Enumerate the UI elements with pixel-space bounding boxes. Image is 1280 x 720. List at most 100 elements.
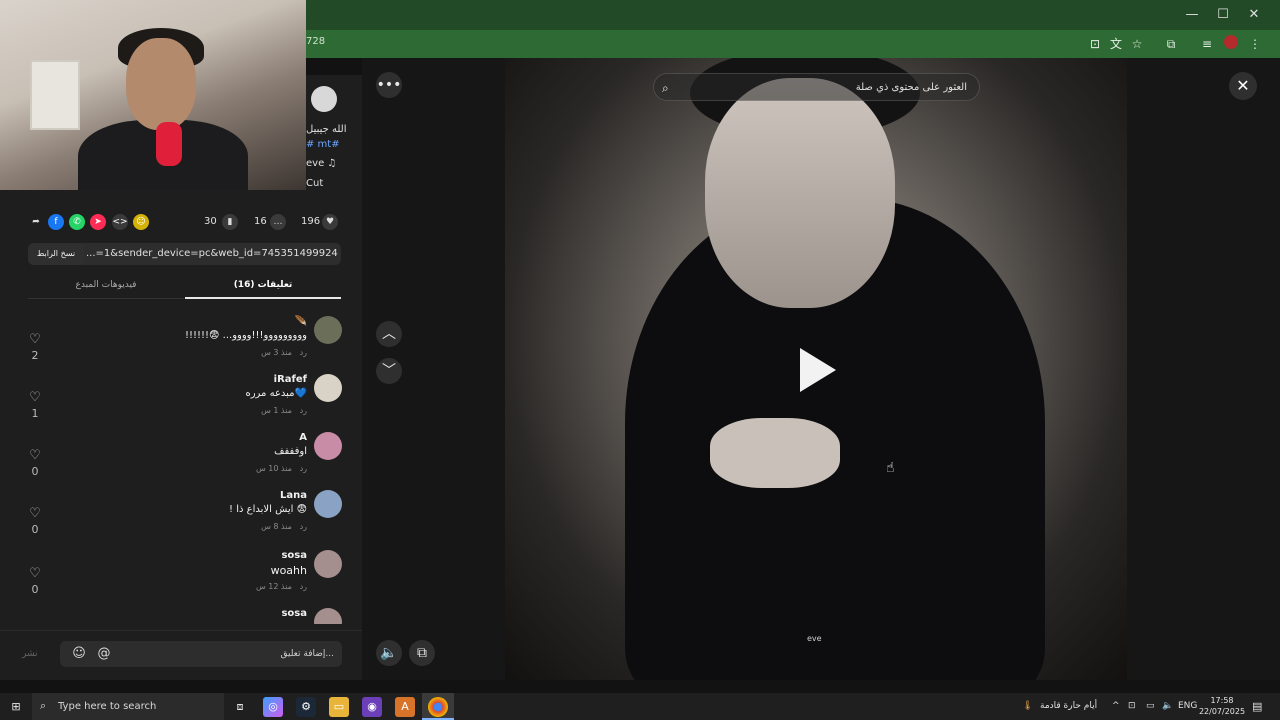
- copy-link-button[interactable]: نسخ الرابط: [28, 243, 84, 265]
- comment-text: !!!!!!😨 ...ووووووووو!!!وووو: [184, 330, 307, 341]
- comments-tabs: فيديوهات المبدع (16) تعليقات: [28, 275, 341, 299]
- copilot-icon[interactable]: ◎: [263, 697, 283, 717]
- heart-outline-icon[interactable]: ♡: [27, 390, 43, 405]
- avatar[interactable]: [314, 608, 342, 624]
- maximize-button[interactable]: ☐: [1208, 5, 1238, 25]
- comment-likes: 2: [31, 349, 39, 362]
- search-icon[interactable]: ⌕: [662, 79, 680, 97]
- comment-author[interactable]: Lana: [280, 490, 307, 501]
- app-a-icon[interactable]: A: [395, 697, 415, 717]
- embed-code-icon[interactable]: <>: [112, 214, 128, 230]
- play-icon[interactable]: [800, 348, 836, 392]
- comment-likes: 0: [31, 465, 39, 478]
- translate-icon[interactable]: 文: [1107, 35, 1125, 53]
- extensions-icon[interactable]: ⧉: [1162, 35, 1180, 53]
- comment-reply[interactable]: رد: [300, 582, 307, 591]
- close-player-button[interactable]: ✕: [1229, 72, 1257, 100]
- list-item: sosa: [0, 608, 362, 624]
- comment-reply[interactable]: رد: [300, 464, 307, 473]
- avatar[interactable]: [314, 490, 342, 518]
- emoji-icon[interactable]: ☺: [70, 645, 88, 663]
- avatar[interactable]: [314, 374, 342, 402]
- comment-text: اوفففف: [274, 446, 307, 457]
- browser-menu-icon[interactable]: ⋮: [1246, 35, 1264, 53]
- heart-outline-icon[interactable]: ♡: [27, 448, 43, 463]
- comment-author[interactable]: A: [299, 432, 307, 443]
- avatar[interactable]: [314, 550, 342, 578]
- language-indicator[interactable]: ENG: [1178, 693, 1197, 720]
- bookmark-star-icon[interactable]: ☆: [1128, 35, 1146, 53]
- mention-icon[interactable]: @: [95, 645, 113, 663]
- comment-reply[interactable]: رد: [300, 522, 307, 531]
- comment-time: منذ 8 س: [261, 522, 292, 531]
- next-video-button[interactable]: ﹀: [376, 358, 402, 384]
- comment-text: woahh: [270, 564, 307, 577]
- steam-icon[interactable]: ⚙: [296, 697, 316, 717]
- tray-volume-icon[interactable]: 🔈: [1162, 693, 1173, 720]
- volume-icon[interactable]: 🔈: [376, 640, 402, 666]
- weather-text[interactable]: أيام حارة قادمة: [1040, 693, 1097, 720]
- comment-author[interactable]: sosa: [281, 550, 307, 561]
- picture-in-picture-icon[interactable]: ⧉: [409, 640, 435, 666]
- comment-meta: رد منذ 1 س: [261, 406, 307, 415]
- related-search-bar[interactable]: ⌕ العثور على محتوى ذي صلة: [653, 73, 980, 101]
- bookmark-icon[interactable]: ▮: [222, 214, 238, 230]
- tab-comments[interactable]: (16) تعليقات: [185, 275, 341, 299]
- heart-outline-icon[interactable]: ♡: [27, 506, 43, 521]
- facebook-icon[interactable]: f: [48, 214, 64, 230]
- comment-bubble-icon[interactable]: …: [270, 214, 286, 230]
- comment-text: ! ايش الابداع ذا 😨: [229, 504, 307, 515]
- windows-start-icon[interactable]: ⊞: [6, 697, 26, 717]
- comment-author[interactable]: 🪶: [295, 316, 307, 327]
- address-url[interactable]: 728: [306, 36, 325, 47]
- comment-likes: 0: [31, 523, 39, 536]
- avatar[interactable]: [314, 432, 342, 460]
- telegram-icon[interactable]: ➤: [90, 214, 106, 230]
- post-caption: والله جيبيل: [306, 124, 346, 135]
- heart-outline-icon[interactable]: ♡: [27, 332, 43, 347]
- minimize-button[interactable]: —: [1177, 5, 1207, 25]
- discord-icon[interactable]: ◉: [362, 697, 382, 717]
- tray-network-icon[interactable]: ⊡: [1128, 693, 1136, 720]
- comment-time: منذ 10 س: [255, 464, 292, 473]
- share-arrow-icon[interactable]: ➦: [28, 214, 44, 230]
- file-explorer-icon[interactable]: ▭: [329, 697, 349, 717]
- list-item: 🪶 !!!!!!😨 ...ووووووووو!!!وووو رد منذ 3 س…: [0, 316, 362, 372]
- close-window-button[interactable]: ✕: [1239, 5, 1269, 25]
- avatar[interactable]: [314, 316, 342, 344]
- whatsapp-icon[interactable]: ✆: [69, 214, 85, 230]
- notifications-icon[interactable]: ▤: [1252, 693, 1262, 720]
- share-link-url[interactable]: ...=1&sender_device=pc&web_id=7453514999…: [86, 243, 338, 265]
- post-capcut[interactable]: Cut: [306, 178, 346, 189]
- comment-time: منذ 3 س: [261, 348, 292, 357]
- tray-display-icon[interactable]: ▭: [1146, 693, 1155, 720]
- taskbar-search[interactable]: ⌕ Type here to search: [32, 693, 224, 720]
- share-link-box: نسخ الرابط ...=1&sender_device=pc&web_id…: [28, 243, 341, 265]
- heart-icon[interactable]: ♥: [322, 214, 338, 230]
- tray-chevron-icon[interactable]: ^: [1112, 693, 1120, 720]
- comment-meta: رد منذ 12 س: [256, 582, 307, 591]
- task-view-icon[interactable]: ⧈: [230, 697, 250, 717]
- post-comment-button[interactable]: نشر: [22, 649, 38, 659]
- taskbar-clock[interactable]: 17:58 22/07/2025: [1198, 695, 1246, 717]
- profile-avatar[interactable]: [1224, 35, 1238, 49]
- heart-outline-icon[interactable]: ♡: [27, 566, 43, 581]
- comment-author[interactable]: iRafef: [274, 374, 307, 385]
- comment-reply[interactable]: رد: [300, 406, 307, 415]
- tab-creator-videos[interactable]: فيديوهات المبدع: [28, 275, 184, 299]
- chrome-icon[interactable]: [428, 697, 448, 717]
- friends-share-icon[interactable]: ☺: [133, 214, 149, 230]
- weather-icon[interactable]: 🌡: [1022, 693, 1033, 720]
- comment-author[interactable]: sosa: [281, 608, 307, 619]
- more-options-button[interactable]: •••: [376, 72, 402, 98]
- post-sound[interactable]: eve ♫: [306, 158, 346, 169]
- comments-list: 🪶 !!!!!!😨 ...ووووووووو!!!وووو رد منذ 3 س…: [0, 310, 362, 624]
- creator-avatar[interactable]: [311, 86, 337, 112]
- post-hashtag[interactable]: # mt#: [306, 139, 346, 150]
- comment-reply[interactable]: رد: [300, 348, 307, 357]
- previous-video-button[interactable]: ︿: [376, 321, 402, 347]
- install-app-icon[interactable]: ⊡: [1086, 35, 1104, 53]
- list-item: sosa woahh رد منذ 12 س ♡ 0: [0, 550, 362, 606]
- comment-input[interactable]: ☺ @ إضافة تعليق...: [60, 641, 342, 667]
- media-controls-icon[interactable]: ≡: [1198, 35, 1216, 53]
